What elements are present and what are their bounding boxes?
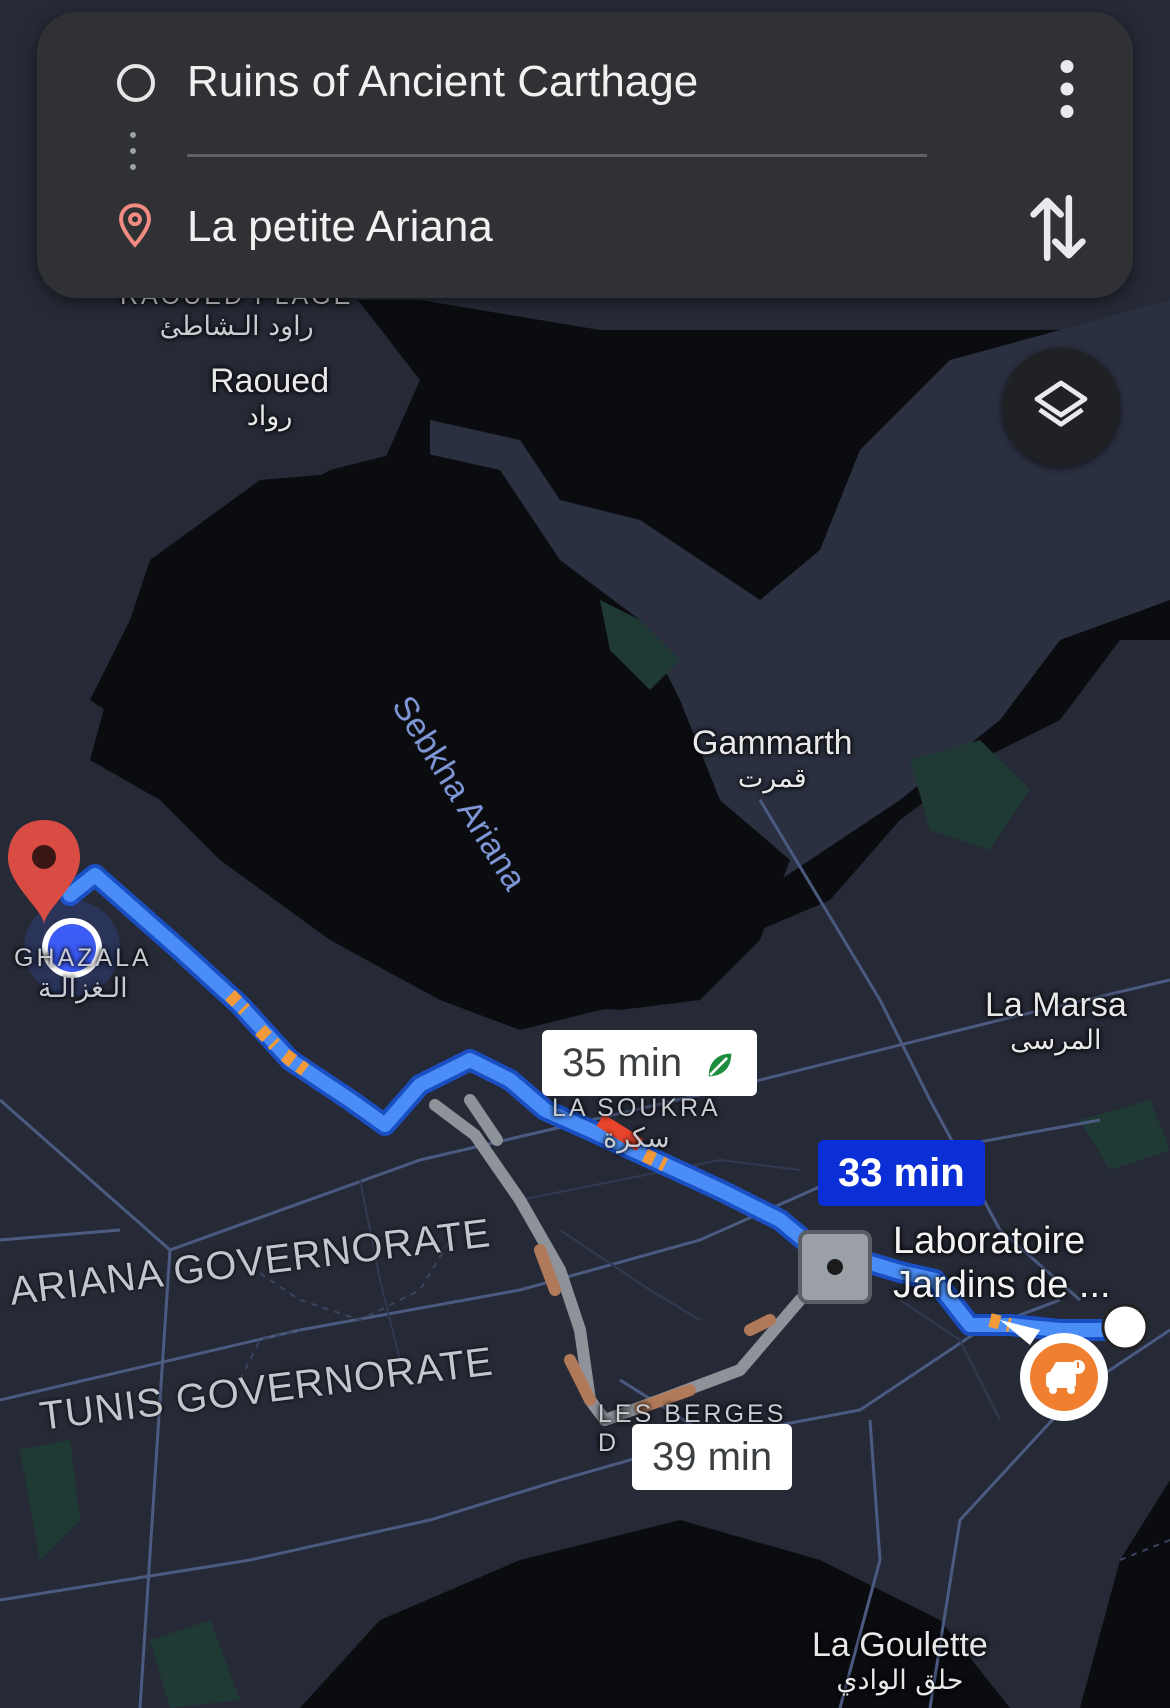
route-time-33: 33 min	[838, 1151, 965, 1195]
map-label-la-marsa: La Marsa المرسى	[985, 986, 1127, 1057]
map-label-ghazala: GHAZALA الـغزالـة	[14, 944, 152, 1004]
poi-label-laboratoire[interactable]: Laboratoire Jardins de ...	[893, 1220, 1111, 1307]
route-time-bubble-33[interactable]: 33 min	[818, 1140, 985, 1206]
destination-field[interactable]: La petite Ariana	[187, 202, 493, 252]
layers-icon	[1034, 380, 1088, 427]
route-end-dot	[1101, 1303, 1149, 1351]
map-label-raoued: Raoued رواد	[210, 362, 330, 433]
swap-vertical-icon[interactable]	[1025, 190, 1091, 266]
layers-button[interactable]	[1002, 348, 1120, 466]
stop-marker-icon	[798, 1230, 872, 1304]
leaf-icon	[708, 1054, 732, 1077]
field-divider	[187, 154, 927, 157]
directions-search-card: Ruins of Ancient Carthage La petite Aria…	[37, 12, 1133, 298]
origin-field[interactable]: Ruins of Ancient Carthage	[187, 57, 698, 107]
circle-outline-icon	[117, 64, 155, 102]
route-dots-icon	[130, 132, 136, 182]
map-label-gammarth: Gammarth قمرت	[692, 724, 853, 795]
route-time-35: 35 min	[562, 1041, 683, 1085]
route-time-bubble-35[interactable]: 35 min	[542, 1030, 758, 1096]
map-label-la-goulette: La Goulette حلق الوادي	[812, 1626, 988, 1697]
route-time-39: 39 min	[652, 1435, 773, 1479]
map-pin-icon	[119, 203, 151, 248]
map-label-la-soukra: LA SOUKRA سكرة	[552, 1094, 721, 1154]
route-time-bubble-39[interactable]: 39 min	[632, 1424, 793, 1490]
more-vert-icon[interactable]	[1037, 54, 1097, 124]
